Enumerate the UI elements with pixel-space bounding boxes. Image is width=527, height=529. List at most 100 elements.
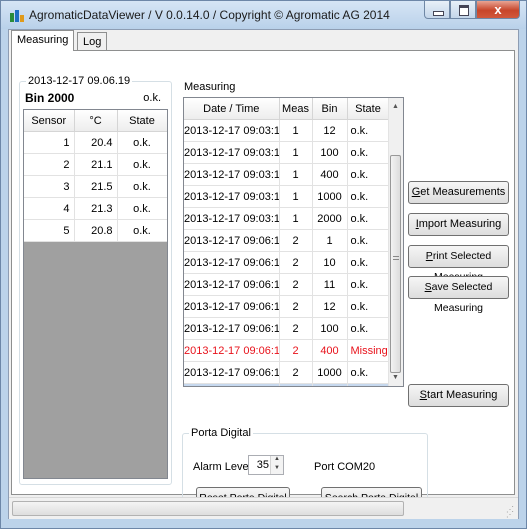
bin-cell: 12	[312, 119, 348, 142]
print-selected-measuring-button[interactable]: Print Selected Measuring	[408, 245, 509, 283]
column-header-bin[interactable]: Bin	[312, 98, 348, 120]
import-measuring-button[interactable]: Import Measuring	[408, 213, 509, 236]
datetime-cell: 2013-12-17 09:06:17	[184, 251, 280, 274]
bin-cell: 2000	[312, 207, 348, 230]
tab-log[interactable]: Log	[77, 32, 108, 50]
datetime-cell: 2013-12-17 09:03:18	[184, 207, 280, 230]
table-row[interactable]: 1 20.4 o.k.	[24, 131, 167, 154]
temperature-value: 20.4	[74, 131, 118, 154]
table-row[interactable]: 2013-12-17 09:03:17 1 400 o.k.	[184, 163, 390, 186]
column-header-temp[interactable]: °C	[74, 110, 118, 132]
table-row[interactable]: 2013-12-17 09:06:18 2 1000 o.k.	[184, 361, 390, 384]
table-row[interactable]: 2013-12-17 09:06:17 2 11 o.k.	[184, 273, 390, 296]
table-row[interactable]: 3 21.5 o.k.	[24, 175, 167, 198]
meas-cell: 1	[279, 163, 313, 186]
datetime-cell: 2013-12-17 09:06:18	[184, 339, 280, 362]
datetime-cell: 2013-12-17 09:06:18	[184, 317, 280, 340]
bin-cell: 100	[312, 317, 348, 340]
bin-cell: 10	[312, 251, 348, 274]
state-cell: o.k.	[347, 141, 390, 164]
state-cell: Missing	[347, 339, 390, 362]
sensor-state: o.k.	[117, 219, 167, 242]
bin-label: Bin 2000	[25, 91, 75, 105]
table-row[interactable]: 2013-12-17 09:03:18 1 2000 o.k.	[184, 207, 390, 230]
state-cell: o.k.	[347, 251, 390, 274]
state-cell: o.k.	[347, 273, 390, 296]
table-row[interactable]: 2013-12-17 09:06:1922000o.k.	[184, 383, 390, 386]
column-header-measuring-state[interactable]: State	[347, 98, 390, 120]
title-bar[interactable]: AgromaticDataViewer / V 0.0.14.0 / Copyr…	[1, 1, 526, 29]
table-row[interactable]: 2013-12-17 09:06:18 2 100 o.k.	[184, 317, 390, 340]
state-cell: o.k.	[347, 163, 390, 186]
stepper-down-icon[interactable]: ▼	[274, 465, 280, 471]
column-header-meas[interactable]: Meas	[279, 98, 313, 120]
table-row[interactable]: 2013-12-17 09:06:18 2 12 o.k.	[184, 295, 390, 318]
datetime-cell: 2013-12-17 09:03:17	[184, 119, 280, 142]
client-area: Measuring Log 2013-12-17 09.06.19 Bin 20…	[8, 29, 519, 519]
close-button[interactable]: x	[476, 1, 520, 19]
measuring-legend: Measuring	[184, 81, 236, 93]
app-icon	[10, 10, 24, 22]
column-header-state[interactable]: State	[117, 110, 167, 132]
alarm-level-stepper[interactable]: 35 ▲ ▼	[248, 455, 284, 475]
alarm-level-value[interactable]: 35	[257, 459, 269, 471]
column-header-sensor[interactable]: Sensor	[24, 110, 75, 132]
sensor-grid[interactable]: Sensor °C State 1 20.4 o.k. 2 21.1 o.k. 3 21.5 o…	[23, 109, 168, 479]
state-cell: o.k.	[347, 119, 390, 142]
table-row[interactable]: 4 21.3 o.k.	[24, 197, 167, 220]
column-header-datetime[interactable]: Date / Time	[184, 98, 280, 120]
table-row[interactable]: 2013-12-17 09:03:17 1 100 o.k.	[184, 141, 390, 164]
save-selected-measuring-button[interactable]: Save Selected Measuring	[408, 276, 509, 314]
alarm-level-label: Alarm Level	[193, 461, 252, 473]
port-label: Port COM20	[314, 461, 376, 473]
get-measurements-button[interactable]: Get Measurements	[408, 181, 509, 204]
state-cell: o.k.	[347, 207, 390, 230]
sensor-state: o.k.	[117, 153, 167, 176]
table-row[interactable]: 2013-12-17 09:06:18 2 400 Missing	[184, 339, 390, 362]
scrollbar-thumb[interactable]	[390, 155, 401, 373]
bin-state: o.k.	[143, 92, 161, 104]
meas-cell: 2	[279, 295, 313, 318]
table-row[interactable]: 2013-12-17 09:03:18 1 1000 o.k.	[184, 185, 390, 208]
datetime-cell: 2013-12-17 09:03:18	[184, 185, 280, 208]
start-measuring-button[interactable]: Start Measuring	[408, 384, 509, 407]
progress-bar	[12, 501, 404, 516]
maximize-button[interactable]	[450, 1, 476, 19]
bin-cell: 2000	[312, 383, 348, 386]
measuring-grid[interactable]: Date / Time Meas Bin State 2013-12-17 09…	[183, 97, 404, 387]
state-cell: o.k.	[347, 383, 390, 386]
window-title: AgromaticDataViewer / V 0.0.14.0 / Copyr…	[29, 8, 390, 22]
scroll-up-icon[interactable]: ▲	[392, 103, 399, 110]
table-row[interactable]: 2013-12-17 09:06:17 2 1 o.k.	[184, 229, 390, 252]
temperature-value: 21.1	[74, 153, 118, 176]
bin-cell: 11	[312, 273, 348, 296]
table-row[interactable]: 5 20.8 o.k.	[24, 219, 167, 242]
bin-cell: 400	[312, 339, 348, 362]
datetime-cell: 2013-12-17 09:06:19	[184, 383, 280, 386]
table-row[interactable]: 2013-12-17 09:03:17 1 12 o.k.	[184, 119, 390, 142]
meas-cell: 2	[279, 251, 313, 274]
minimize-button[interactable]	[424, 1, 450, 19]
bin-cell: 400	[312, 163, 348, 186]
sensor-state: o.k.	[117, 131, 167, 154]
sensor-number: 4	[24, 197, 75, 220]
resize-grip-icon[interactable]: ⋰ ⋰	[506, 506, 516, 519]
scroll-down-icon[interactable]: ▼	[392, 374, 399, 381]
table-row[interactable]: 2 21.1 o.k.	[24, 153, 167, 176]
app-window: AgromaticDataViewer / V 0.0.14.0 / Copyr…	[0, 0, 527, 529]
stepper-up-icon[interactable]: ▲	[274, 456, 280, 462]
sensor-state: o.k.	[117, 197, 167, 220]
state-cell: o.k.	[347, 295, 390, 318]
sensor-number: 1	[24, 131, 75, 154]
vertical-scrollbar[interactable]: ▲ ▼	[388, 98, 403, 386]
maximize-icon	[459, 5, 469, 16]
sensor-timestamp: 2013-12-17 09.06.19	[26, 75, 133, 87]
temperature-value: 21.5	[74, 175, 118, 198]
meas-cell: 2	[279, 339, 313, 362]
minimize-icon	[433, 11, 444, 16]
meas-cell: 1	[279, 119, 313, 142]
sensor-state: o.k.	[117, 175, 167, 198]
sensor-number: 3	[24, 175, 75, 198]
table-row[interactable]: 2013-12-17 09:06:17 2 10 o.k.	[184, 251, 390, 274]
tab-measuring[interactable]: Measuring	[11, 30, 75, 51]
